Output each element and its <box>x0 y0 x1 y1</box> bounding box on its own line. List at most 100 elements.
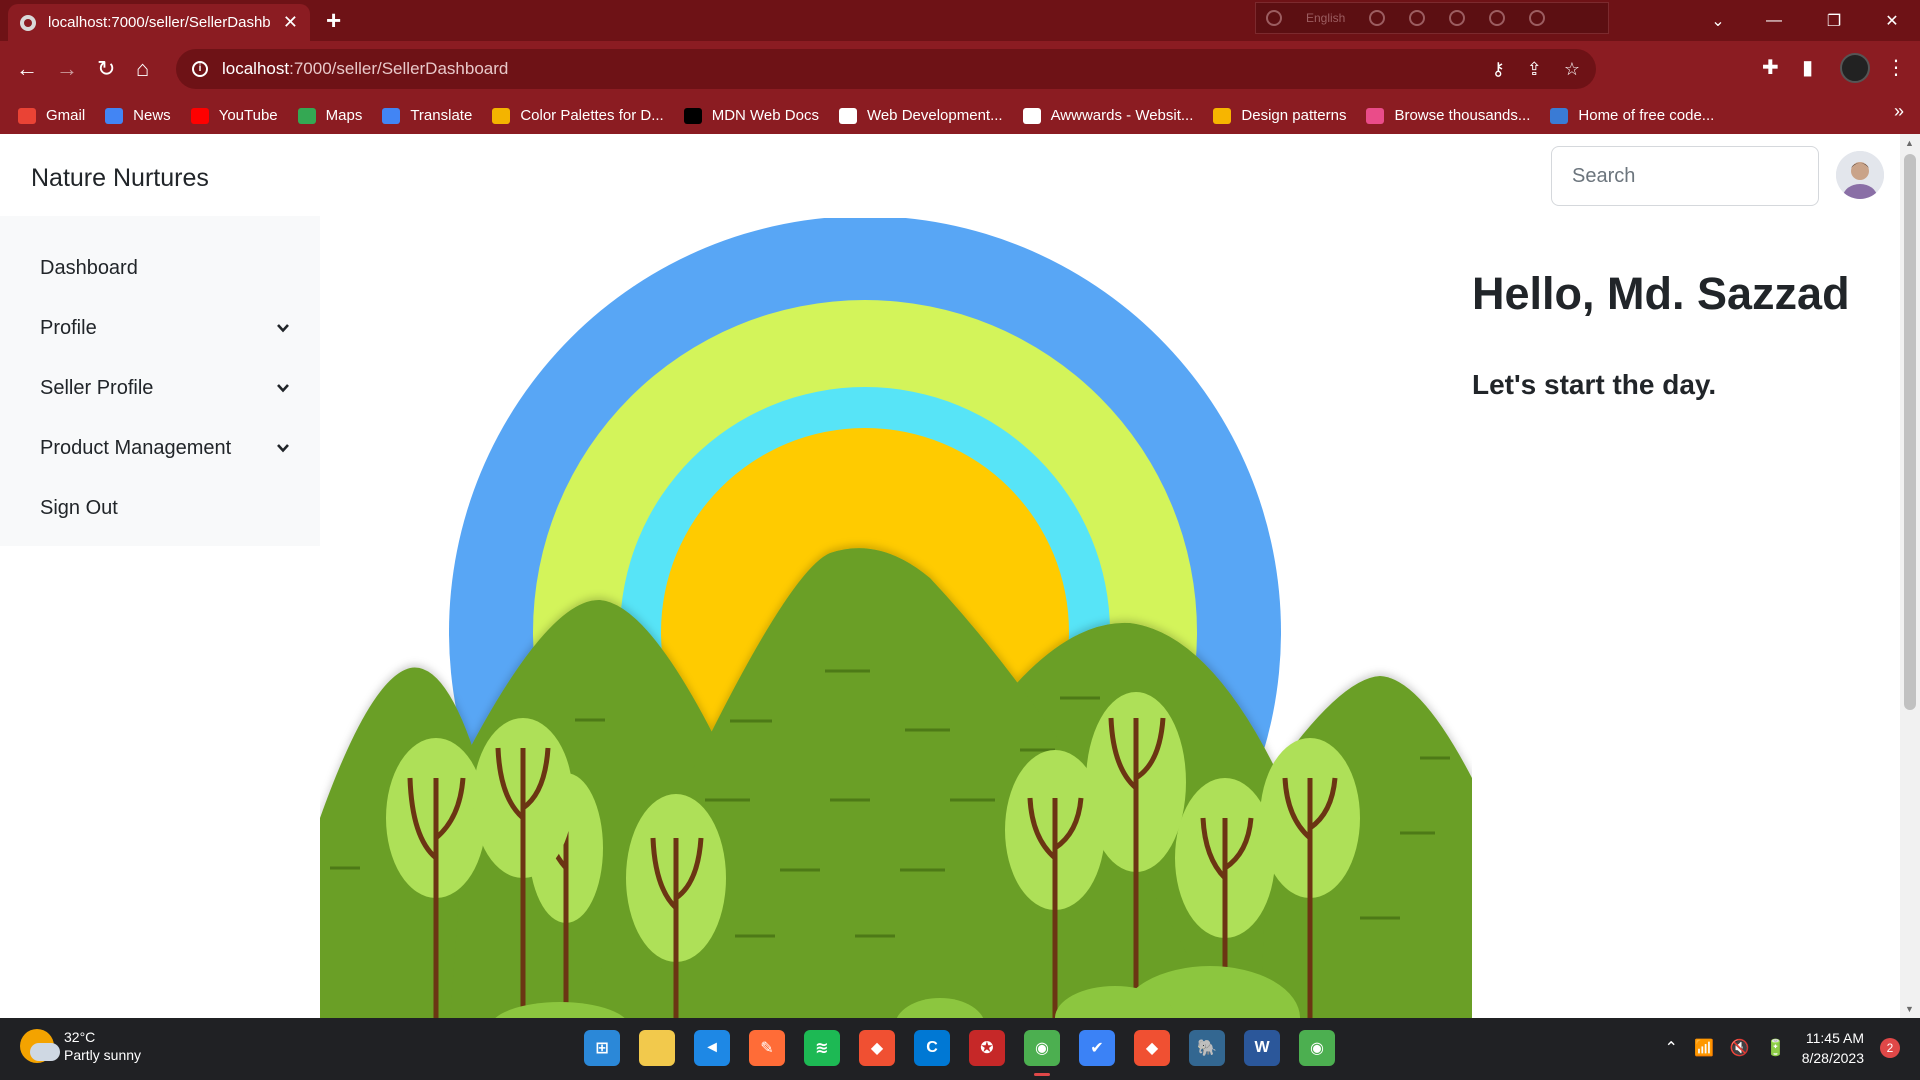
cloud-icon <box>320 442 435 549</box>
bookmark-item[interactable]: YouTube <box>190 107 278 124</box>
bookmark-favicon-icon <box>492 107 511 124</box>
language-label[interactable]: English <box>1306 11 1345 25</box>
bookmark-item[interactable]: MDN Web Docs <box>683 107 819 124</box>
sidebar-item-label: Sign Out <box>40 496 118 519</box>
chevron-down-icon[interactable] <box>276 381 290 395</box>
word-icon[interactable]: W <box>1244 1030 1280 1066</box>
sidebar-item-product-management[interactable]: Product Management <box>0 418 320 478</box>
close-tab-icon[interactable]: ✕ <box>283 12 298 33</box>
sidebar-item-sign-out[interactable]: Sign Out <box>0 478 320 538</box>
brand-title[interactable]: Nature Nurtures <box>31 164 209 193</box>
new-tab-button[interactable]: + <box>326 6 341 34</box>
forward-arrow-icon[interactable]: → <box>56 57 78 81</box>
minimize-icon[interactable]: — <box>1746 0 1802 41</box>
bookmark-item[interactable]: Web Development... <box>838 107 1003 124</box>
restore-icon[interactable]: ❐ <box>1806 0 1862 41</box>
windows-taskbar: 32°C Partly sunny ⊞ ◄ ✎ ≋ ◆ C ✪ ◉ ✔ ◆ 🐘 W ◉ ⌃ 📶 🔇 🔋 … <box>0 1018 1920 1080</box>
bookmark-label: Web Development... <box>866 107 1003 124</box>
chevron-down-icon[interactable] <box>276 321 290 335</box>
greeting-heading: Hello, Md. Sazzad <box>1472 268 1850 319</box>
taskbar-apps: ⊞ ◄ ✎ ≋ ◆ C ✪ ◉ ✔ ◆ 🐘 W ◉ <box>584 1030 1335 1076</box>
bookmark-item[interactable]: Maps <box>297 107 362 124</box>
bookmark-item[interactable]: News <box>105 107 171 124</box>
scroll-down-icon[interactable]: ▼ <box>1905 1004 1914 1014</box>
address-bar[interactable]: i localhost:7000/seller/SellerDashboard … <box>176 49 1596 89</box>
sidebar-item-profile[interactable]: Profile <box>0 298 320 358</box>
todo-icon[interactable]: ✔ <box>1079 1030 1115 1066</box>
ext-icon[interactable] <box>1449 10 1466 26</box>
sidebar-item-seller-profile[interactable]: Seller Profile <box>0 358 320 418</box>
sidebar: Dashboard Profile Seller Profile Product Ma… <box>0 216 320 546</box>
bookmark-favicon-icon <box>1213 107 1232 124</box>
battery-icon[interactable]: 🔋 <box>1766 1038 1786 1058</box>
site-info-icon[interactable]: i <box>192 61 208 77</box>
share-icon[interactable]: ⇪ <box>1527 59 1542 80</box>
bookmark-label: Translate <box>410 107 473 124</box>
browser-tab[interactable]: localhost:7000/seller/SellerDashb ✕ <box>8 4 310 41</box>
chrome-icon[interactable]: ◉ <box>1024 1030 1060 1076</box>
sidebar-item-dashboard[interactable]: Dashboard <box>0 238 320 298</box>
ext-icon[interactable] <box>1369 10 1386 26</box>
chevron-up-icon[interactable]: ⌃ <box>1665 1038 1678 1058</box>
window-close-icon[interactable]: ✕ <box>1864 0 1920 41</box>
bookmark-favicon-icon <box>105 107 124 124</box>
bookmark-item[interactable]: Design patterns <box>1213 107 1346 124</box>
side-panel-icon[interactable]: ▮ <box>1802 55 1813 80</box>
wifi-icon[interactable]: 📶 <box>1694 1038 1714 1058</box>
menu-kebab-icon[interactable]: ⋮ <box>1886 55 1906 80</box>
bookmark-favicon-icon <box>838 107 857 124</box>
bookmarks-overflow-icon[interactable]: » <box>1894 101 1904 122</box>
browser-profile-avatar[interactable] <box>1840 53 1870 83</box>
bookmark-favicon-icon <box>683 107 702 124</box>
scrollbar-thumb[interactable] <box>1904 154 1916 710</box>
bookmark-star-icon[interactable]: ☆ <box>1564 59 1580 80</box>
back-arrow-icon[interactable]: ← <box>16 57 38 81</box>
postman-icon[interactable]: ✎ <box>749 1030 785 1066</box>
speaker-muted-icon[interactable]: 🔇 <box>1730 1038 1750 1058</box>
bookmark-item[interactable]: Home of free code... <box>1550 107 1714 124</box>
page-favicon-icon <box>20 14 36 31</box>
git-icon[interactable]: ◆ <box>859 1030 895 1066</box>
ext-icon[interactable] <box>1409 10 1426 26</box>
clock[interactable]: 11:45 AM 8/28/2023 <box>1802 1028 1864 1068</box>
ext-icon[interactable] <box>1266 10 1282 26</box>
page-scrollbar[interactable]: ▲ ▼ <box>1900 134 1920 1018</box>
postgres-icon[interactable]: 🐘 <box>1189 1030 1225 1066</box>
ext-icon[interactable] <box>1529 10 1546 26</box>
tab-search-icon[interactable]: ⌄ <box>1690 0 1746 41</box>
sidebar-item-label: Dashboard <box>40 256 138 279</box>
bookmark-favicon-icon <box>18 107 36 124</box>
bookmark-item[interactable]: Gmail <box>18 107 85 124</box>
bookmark-item[interactable]: Translate <box>382 107 472 124</box>
bookmarks-bar: Gmail News YouTube Maps Translate Color Palet… <box>0 97 1920 134</box>
sidebar-item-label: Profile <box>40 316 97 339</box>
c-app-icon[interactable]: C <box>914 1030 950 1066</box>
file-explorer-icon[interactable] <box>639 1030 675 1066</box>
extensions-puzzle-icon[interactable]: ✚ <box>1762 55 1779 80</box>
vscode-icon[interactable]: ◄ <box>694 1030 730 1066</box>
start-icon[interactable]: ⊞ <box>584 1030 620 1066</box>
scroll-up-icon[interactable]: ▲ <box>1905 138 1914 148</box>
ext-icon[interactable] <box>1489 10 1506 26</box>
bookmark-item[interactable]: Awwwards - Websit... <box>1022 107 1193 124</box>
weather-condition: Partly sunny <box>64 1047 142 1063</box>
spotify-icon[interactable]: ≋ <box>804 1030 840 1066</box>
chevron-down-icon[interactable] <box>276 441 290 455</box>
user-avatar-icon <box>1836 151 1884 199</box>
clock-date: 8/28/2023 <box>1801 1050 1864 1066</box>
key-icon[interactable]: ⚷ <box>1492 59 1505 80</box>
notification-badge[interactable]: 2 <box>1880 1038 1900 1058</box>
bookmark-item[interactable]: Browse thousands... <box>1366 107 1530 124</box>
extension-strip: English <box>1255 2 1609 34</box>
chrome-2-icon[interactable]: ◉ <box>1299 1030 1335 1066</box>
home-icon[interactable]: ⌂ <box>136 57 149 81</box>
red-app-icon[interactable]: ✪ <box>969 1030 1005 1066</box>
search-input[interactable] <box>1551 146 1819 206</box>
weather-widget[interactable]: 32°C Partly sunny <box>20 1028 141 1064</box>
git-2-icon[interactable]: ◆ <box>1134 1030 1170 1066</box>
avatar[interactable] <box>1836 151 1884 199</box>
bookmark-label: Home of free code... <box>1578 107 1715 124</box>
reload-icon[interactable]: ↻ <box>97 57 115 81</box>
bookmark-item[interactable]: Color Palettes for D... <box>492 107 664 124</box>
tab-title: localhost:7000/seller/SellerDashb <box>48 14 271 31</box>
